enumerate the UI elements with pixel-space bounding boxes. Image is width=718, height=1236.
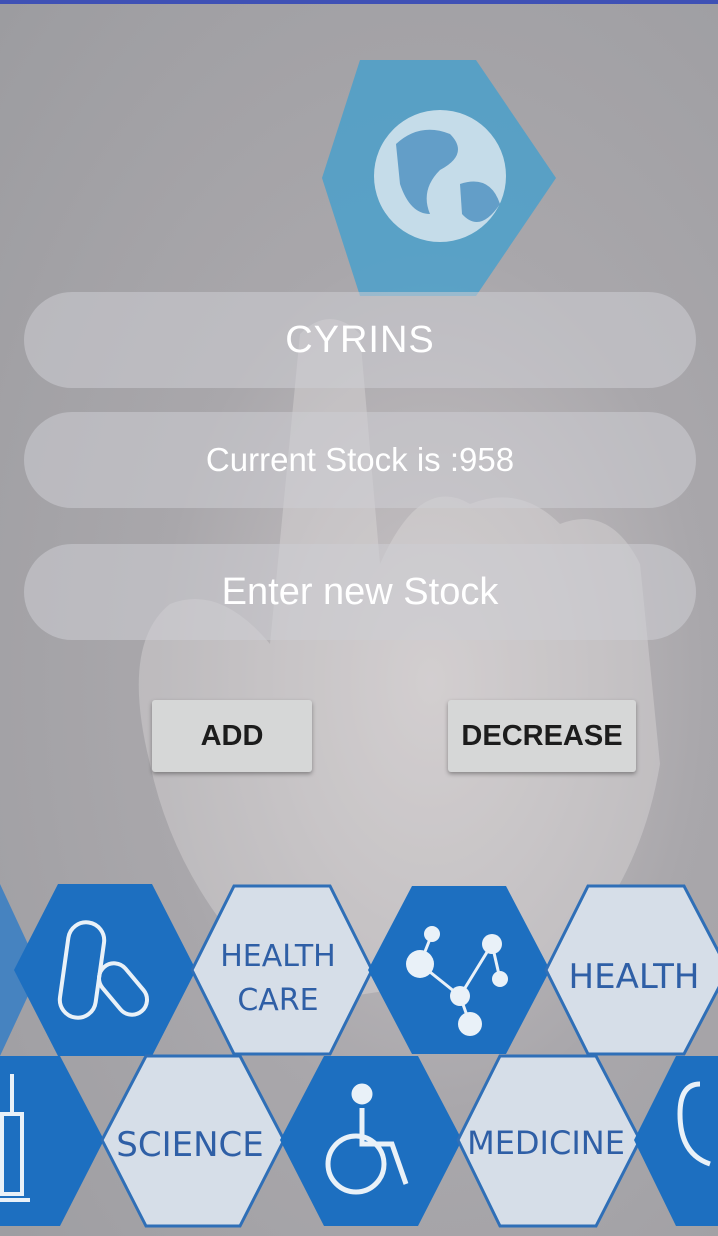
health-care-line2-label: CARE [237,983,318,1018]
product-name-text: CYRINS [285,318,435,361]
new-stock-input[interactable] [24,543,696,641]
product-name-field: CYRINS [24,292,696,388]
new-stock-field[interactable] [24,543,696,641]
science-label: SCIENCE [116,1125,264,1165]
decrease-button[interactable]: DECREASE [448,700,636,772]
globe-hexagon [322,60,556,296]
globe-icon [374,110,506,242]
medicine-label: MEDICINE [467,1124,625,1162]
current-stock-field: Current Stock is :958 [24,412,696,508]
current-stock-text: Current Stock is :958 [205,441,515,478]
health-label: HEALTH [569,957,700,997]
add-button[interactable]: ADD [152,700,312,772]
health-care-line1-label: HEALTH [220,939,336,974]
